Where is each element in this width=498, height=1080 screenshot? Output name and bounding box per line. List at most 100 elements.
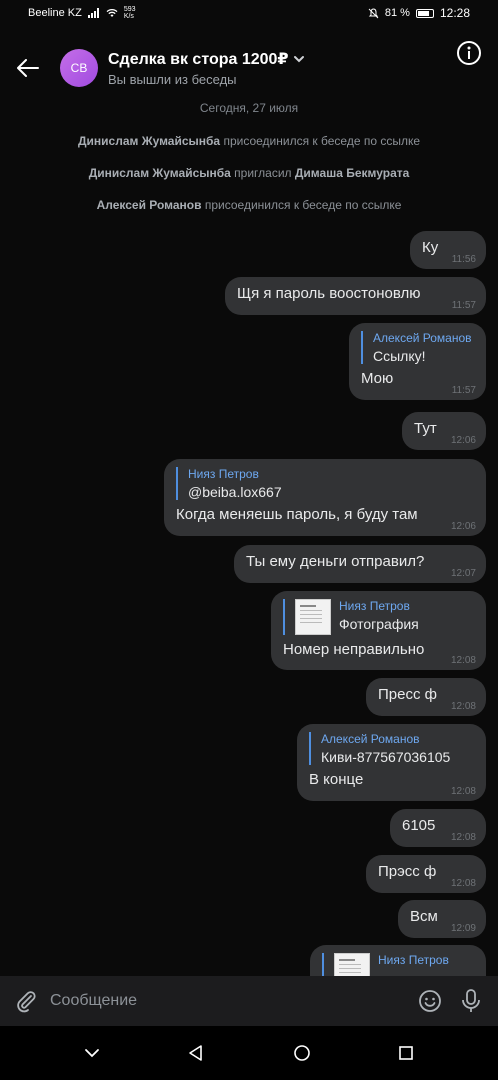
message-bubble[interactable]: 6105 12:08: [390, 809, 486, 847]
message-time: 12:08: [450, 878, 476, 889]
message-bubble[interactable]: Всм 12:09: [398, 900, 486, 938]
emoji-icon: [419, 990, 441, 1012]
system-action: присоединился к беседе по ссылке: [220, 134, 421, 148]
info-button[interactable]: [456, 40, 486, 70]
reply-text: @beiba.lox667: [188, 484, 282, 500]
chat-title: Сделка вк стора 1200₽: [108, 51, 289, 68]
message-text: Мою: [361, 370, 394, 387]
battery-icon: [415, 8, 434, 18]
message-text: 6105: [402, 817, 436, 834]
status-bar: Beeline KZ 593 K/s 81 % 12:28: [0, 0, 498, 26]
avatar[interactable]: СВ: [60, 49, 98, 87]
message-time: 12:08: [450, 832, 476, 843]
message-text: В конце: [309, 771, 364, 788]
emoji-button[interactable]: [418, 989, 442, 1013]
mute-bell-icon: [368, 7, 379, 18]
title-block[interactable]: Сделка вк стора 1200₽ Вы вышли из беседы: [108, 49, 305, 87]
status-left: Beeline KZ 593 K/s: [28, 6, 136, 20]
system-message: Динислам Жумайсынба присоединился к бесе…: [0, 134, 498, 148]
message-time: 12:07: [450, 568, 476, 579]
message-text: Когда меняешь пароль, я буду там: [176, 506, 418, 523]
message-bubble[interactable]: Ку 11:56: [410, 231, 486, 269]
message-bubble[interactable]: Щя я пароль воостоновлю 11:57: [225, 277, 486, 315]
message-text: Ты ему деньги отправил?: [246, 553, 425, 570]
message-text: Прэсс ф: [378, 863, 437, 880]
system-target[interactable]: Димаша Бекмурата: [295, 166, 409, 180]
paperclip-icon: [17, 991, 36, 1013]
system-actor[interactable]: Динислам Жумайсынба: [78, 134, 220, 148]
message-composer: Сообщение: [0, 976, 498, 1026]
reply-quote[interactable]: Нияз Петров: [322, 953, 474, 976]
battery-fill: [417, 10, 430, 16]
reply-author: Алексей Романов: [321, 732, 420, 746]
microphone-icon: [462, 989, 480, 1012]
back-button[interactable]: [0, 40, 56, 96]
message-time: 11:56: [451, 254, 476, 265]
battery-percent: 81 %: [384, 7, 410, 19]
reply-author: Нияз Петров: [188, 467, 259, 481]
message-text: Тут: [414, 420, 437, 437]
square-recents-icon: [399, 1046, 414, 1060]
message-text: Всм: [410, 908, 438, 925]
reply-quote[interactable]: Алексей Романов Ссылку!: [361, 331, 474, 364]
photo-thumbnail[interactable]: [334, 953, 370, 976]
circle-home-icon: [293, 1045, 310, 1061]
message-bubble[interactable]: Ты ему деньги отправил? 12:07: [234, 545, 486, 583]
nav-hide-button[interactable]: [84, 1048, 100, 1058]
chat-subtitle: Вы вышли из беседы: [108, 72, 237, 87]
clock: 12:28: [439, 6, 470, 20]
message-time: 12:09: [450, 923, 476, 934]
system-action: присоединился к беседе по ссылке: [201, 198, 402, 212]
message-bubble[interactable]: Алексей Романов Ссылку! Мою 11:57: [349, 323, 486, 400]
message-bubble[interactable]: Тут 12:06: [402, 412, 486, 450]
message-text: Номер неправильно: [283, 641, 425, 658]
photo-thumbnail[interactable]: [295, 599, 331, 635]
system-action: пригласил: [230, 166, 295, 180]
reply-quote[interactable]: Нияз Петров @beiba.lox667: [176, 467, 474, 500]
attach-button[interactable]: [14, 989, 38, 1013]
nav-home-button[interactable]: [293, 1044, 311, 1062]
reply-author: Нияз Петров: [378, 953, 449, 967]
reply-content: Алексей Романов Киви-877567036105: [321, 732, 450, 765]
message-input[interactable]: Сообщение: [50, 992, 418, 1010]
nav-recents-button[interactable]: [398, 1045, 414, 1061]
title-row[interactable]: Сделка вк стора 1200₽: [108, 49, 305, 69]
reply-author: Алексей Романов: [373, 331, 472, 345]
message-bubble[interactable]: Пресс ф 12:08: [366, 678, 486, 716]
message-time: 12:08: [450, 786, 476, 797]
reply-content: Нияз Петров Фотография: [339, 599, 419, 635]
reply-text: Киви-877567036105: [321, 749, 451, 765]
message-time: 11:57: [451, 300, 476, 311]
arrow-left-icon: [17, 59, 39, 77]
reply-content: Нияз Петров: [378, 953, 449, 976]
message-bubble[interactable]: Нияз Петров @beiba.lox667 Когда меняешь …: [164, 459, 486, 536]
status-right: 81 % 12:28: [368, 6, 470, 20]
reply-content: Нияз Петров @beiba.lox667: [188, 467, 282, 500]
message-bubble[interactable]: Прэсс ф 12:08: [366, 855, 486, 893]
message-bubble[interactable]: Нияз Петров Фотография Номер неправильно…: [271, 591, 486, 670]
message-bubble[interactable]: Нияз Петров: [310, 945, 486, 976]
nav-back-button[interactable]: [187, 1044, 205, 1062]
message-list[interactable]: Сегодня, 27 июля Динислам Жумайсынба при…: [0, 92, 498, 976]
network-speed: 593 K/s: [124, 6, 136, 20]
message-text: Пресс ф: [378, 686, 437, 703]
message-time: 11:57: [451, 385, 476, 396]
message-time: 12:06: [450, 521, 476, 532]
message-bubble[interactable]: Алексей Романов Киви-877567036105 В конц…: [297, 724, 486, 801]
message-time: 12:08: [450, 701, 476, 712]
system-message: Динислам Жумайсынба пригласил Димаша Бек…: [0, 166, 498, 180]
reply-quote[interactable]: Алексей Романов Киви-877567036105: [309, 732, 474, 765]
system-nav-bar: [0, 1026, 498, 1080]
wifi-icon: [106, 9, 118, 17]
message-time: 12:08: [450, 655, 476, 666]
voice-button[interactable]: [460, 988, 482, 1014]
reply-quote[interactable]: Нияз Петров Фотография: [283, 599, 474, 635]
triangle-back-icon: [189, 1045, 203, 1061]
avatar-initials: СВ: [70, 61, 88, 75]
system-actor[interactable]: Динислам Жумайсынба: [89, 166, 231, 180]
system-actor[interactable]: Алексей Романов: [97, 198, 202, 212]
date-separator: Сегодня, 27 июля: [199, 101, 299, 115]
speed-unit: K/s: [123, 13, 134, 20]
info-icon: [457, 41, 481, 65]
reply-content: Алексей Романов Ссылку!: [373, 331, 472, 364]
